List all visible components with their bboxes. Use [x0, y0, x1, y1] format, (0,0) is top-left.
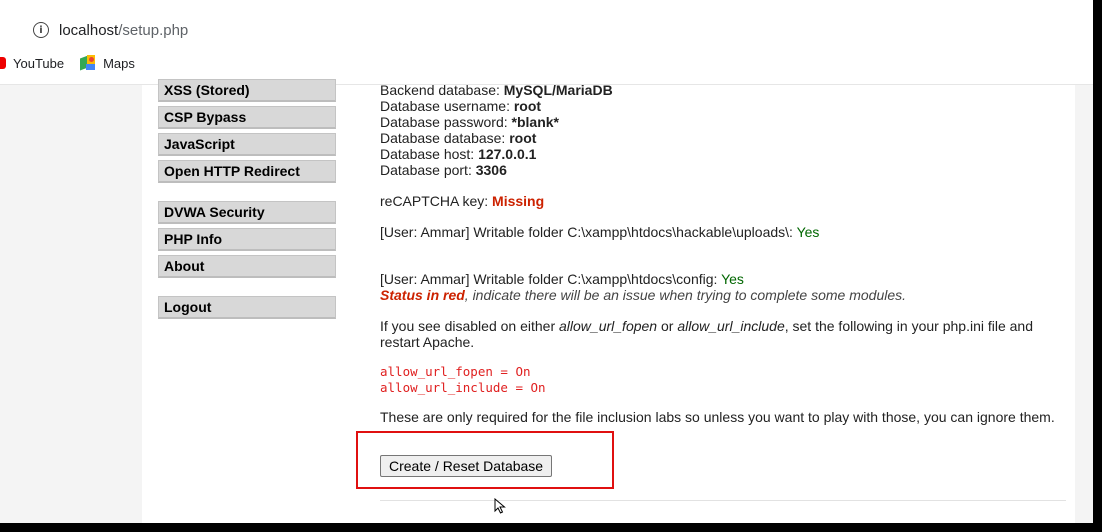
uploads-path: [User: Ammar] Writable folder C:\xampp\h… — [380, 224, 793, 240]
password-value: *blank* — [511, 114, 559, 130]
username-value: root — [513, 98, 542, 114]
password-line: Database password: *blank* — [380, 114, 1070, 130]
url-text[interactable]: localhost/setup.php — [59, 22, 188, 39]
menu-item-dvwa-security[interactable]: DVWA Security — [158, 201, 336, 224]
disabled-note-or: or — [657, 318, 678, 334]
status-note-text: , indicate there will be an issue when t… — [464, 287, 907, 303]
menu-item-csp-bypass[interactable]: CSP Bypass — [158, 106, 336, 129]
info-icon[interactable]: i — [33, 22, 49, 38]
uploads-line: [User: Ammar] Writable folder C:\xampp\h… — [380, 224, 1070, 240]
bookmark-label: Maps — [103, 55, 135, 71]
menu-item-javascript[interactable]: JavaScript — [158, 133, 336, 156]
backend-value: MySQL/MariaDB — [503, 82, 613, 98]
host-value: 127.0.0.1 — [478, 146, 537, 162]
username-line: Database username: root — [380, 98, 1070, 114]
bookmark-maps[interactable]: Maps — [80, 55, 135, 71]
config-path: [User: Ammar] Writable folder C:\xampp\h… — [380, 271, 718, 287]
maps-icon — [80, 55, 96, 71]
url-path: /setup.php — [118, 21, 189, 39]
database-label: Database database: — [380, 130, 506, 146]
backend-line: Backend database: MySQL/MariaDB — [380, 82, 1070, 98]
bookmarks-bar: YouTube Maps — [0, 50, 151, 76]
disabled-note: If you see disabled on either allow_url_… — [380, 318, 1070, 350]
config-status: Yes — [721, 271, 744, 287]
host-line: Database host: 127.0.0.1 — [380, 146, 1070, 162]
divider — [380, 500, 1066, 501]
uploads-status: Yes — [796, 224, 820, 240]
bookmark-youtube[interactable]: YouTube — [0, 56, 64, 71]
menu-item-logout[interactable]: Logout — [158, 296, 336, 319]
url-host: localhost — [59, 21, 119, 39]
backend-label: Backend database: — [380, 82, 500, 98]
database-line: Database database: root — [380, 130, 1070, 146]
recaptcha-status: Missing — [492, 193, 545, 209]
recaptcha-label: reCAPTCHA key: — [380, 193, 489, 209]
password-label: Database password: — [380, 114, 508, 130]
config-line: [User: Ammar] Writable folder C:\xampp\h… — [380, 271, 1070, 287]
setup-info: Backend database: MySQL/MariaDB Database… — [380, 82, 1070, 425]
status-note: Status in red, indicate there will be an… — [380, 287, 1070, 303]
code-line: allow_url_include = On — [380, 380, 546, 395]
username-label: Database username: — [380, 98, 510, 114]
labs-note: These are only required for the file inc… — [380, 409, 1055, 425]
port-label: Database port: — [380, 162, 472, 178]
bookmark-label: YouTube — [13, 55, 65, 71]
database-value: root — [509, 130, 537, 146]
port-value: 3306 — [475, 162, 507, 178]
php-ini-code: allow_url_fopen = On allow_url_include =… — [380, 364, 1070, 396]
right-margin — [1075, 85, 1093, 523]
sidebar-menu: XSS (Stored) CSP Bypass JavaScript Open … — [158, 79, 338, 323]
menu-item-php-info[interactable]: PHP Info — [158, 228, 336, 251]
create-reset-database-button[interactable]: Create / Reset Database — [380, 455, 553, 477]
fopen-term: allow_url_fopen — [559, 318, 658, 334]
menu-item-open-http-redirect[interactable]: Open HTTP Redirect — [158, 160, 336, 183]
host-label: Database host: — [380, 146, 475, 162]
include-term: allow_url_include — [677, 318, 785, 334]
status-red-label: Status in red — [380, 287, 465, 303]
menu-item-xss-stored[interactable]: XSS (Stored) — [158, 79, 336, 102]
code-line: allow_url_fopen = On — [380, 364, 531, 379]
browser-toolbar: i localhost/setup.php YouTube Maps — [0, 0, 1093, 85]
page-content: XSS (Stored) CSP Bypass JavaScript Open … — [0, 79, 1093, 523]
disabled-note-part1: If you see disabled on either — [380, 318, 560, 334]
left-margin — [0, 85, 142, 523]
port-line: Database port: 3306 — [380, 162, 1070, 178]
address-bar[interactable]: i localhost/setup.php — [33, 18, 188, 42]
mouse-cursor-icon — [494, 498, 506, 514]
youtube-icon — [0, 57, 6, 69]
browser-window: i localhost/setup.php YouTube Maps XSS (… — [0, 0, 1095, 525]
recaptcha-line: reCAPTCHA key: Missing — [380, 193, 1070, 209]
menu-item-about[interactable]: About — [158, 255, 336, 278]
